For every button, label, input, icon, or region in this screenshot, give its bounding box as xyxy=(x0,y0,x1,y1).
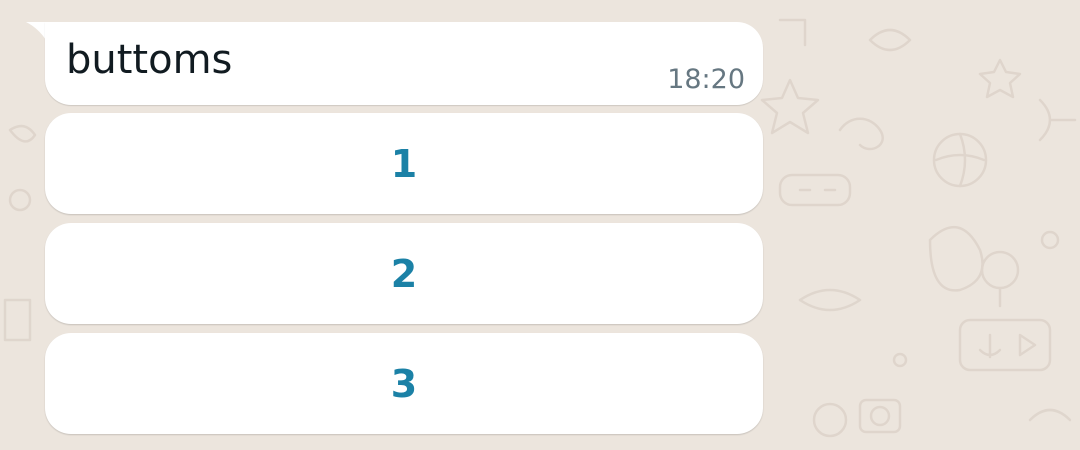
quick-reply-label-1: 1 xyxy=(390,141,418,186)
quick-reply-button-2[interactable]: 2 xyxy=(45,223,763,324)
quick-reply-label-3: 3 xyxy=(390,361,418,406)
message-text: buttoms xyxy=(66,37,233,83)
incoming-message-bubble[interactable]: buttoms 18:20 xyxy=(45,22,763,105)
quick-reply-button-3[interactable]: 3 xyxy=(45,333,763,434)
message-timestamp: 18:20 xyxy=(667,64,745,95)
quick-reply-button-1[interactable]: 1 xyxy=(45,113,763,214)
message-group: buttoms 18:20 1 2 3 xyxy=(0,0,1080,450)
bubble-tail xyxy=(26,22,46,40)
quick-reply-label-2: 2 xyxy=(390,251,418,296)
